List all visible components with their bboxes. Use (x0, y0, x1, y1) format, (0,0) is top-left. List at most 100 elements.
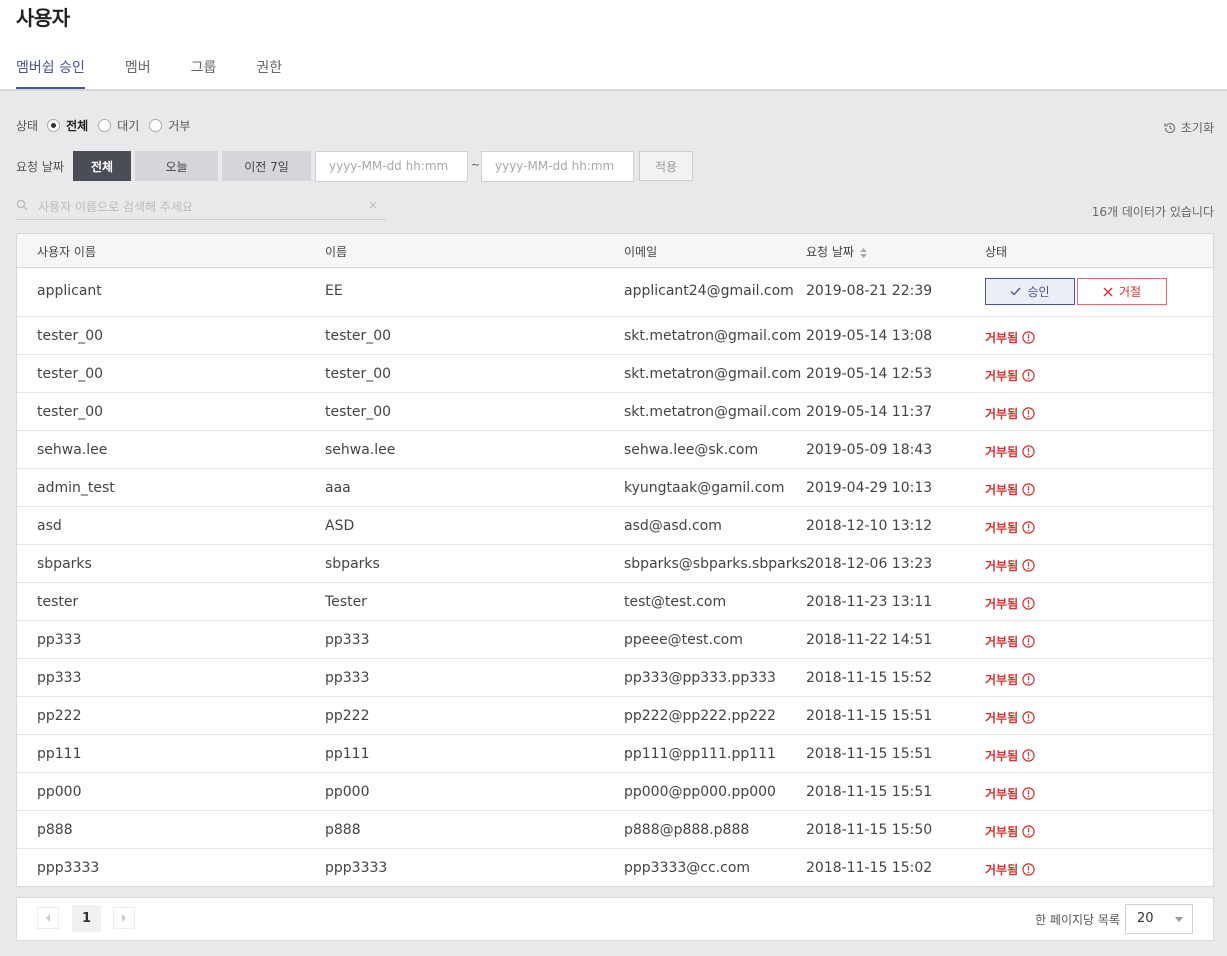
alert-icon[interactable] (1022, 407, 1035, 420)
alert-icon[interactable] (1022, 445, 1035, 458)
reject-button[interactable]: 거절 (1077, 278, 1167, 305)
reset-label: 초기화 (1180, 121, 1214, 135)
status-radio-rejected[interactable]: 거부 (149, 117, 190, 134)
reset-button[interactable]: 초기화 (1163, 119, 1214, 136)
cell-name: p888 (325, 822, 361, 838)
table-row[interactable]: p888 p888 p888@p888.p888 2018-11-15 15:50 거부… (17, 811, 1213, 849)
sort-icon (859, 247, 867, 258)
table-row[interactable]: admin_test aaa kyungtaak@gamil.com 2019-04-… (17, 469, 1213, 507)
reset-icon (1164, 122, 1175, 133)
cell-username: asd (37, 518, 62, 534)
alert-icon[interactable] (1022, 787, 1035, 800)
tab-members[interactable]: 멤버 (125, 57, 151, 89)
status-text: 거부됨 (985, 559, 1019, 573)
alert-icon[interactable] (1022, 521, 1035, 534)
close-icon (1103, 287, 1113, 296)
status-badge: 거부됨 (985, 595, 1035, 612)
cell-name: EE (325, 283, 343, 299)
alert-icon[interactable] (1022, 749, 1035, 762)
status-text: 거부됨 (985, 635, 1019, 649)
cell-name: pp111 (325, 746, 370, 762)
cell-username: sbparks (37, 556, 92, 572)
alert-icon[interactable] (1022, 597, 1035, 610)
cell-request-date: 2018-11-22 14:51 (806, 632, 933, 648)
alert-icon[interactable] (1022, 635, 1035, 648)
table-row[interactable]: tester_00 tester_00 skt.metatron@gmail.com… (17, 317, 1213, 355)
cell-name: pp333 (325, 670, 370, 686)
table-row[interactable]: tester_00 tester_00 skt.metatron@gmail.com… (17, 393, 1213, 431)
cell-email: skt.metatron@gmail.com (624, 404, 802, 420)
tab-groups[interactable]: 그룹 (191, 57, 217, 89)
status-text: 거부됨 (985, 483, 1019, 497)
status-badge: 거부됨 (985, 367, 1035, 384)
search-input[interactable]: 사용자 이름으로 검색해 주세요 × (16, 194, 386, 220)
cell-request-date: 2018-12-06 13:23 (806, 556, 933, 572)
table-row[interactable]: sehwa.lee sehwa.lee sehwa.lee@sk.com 2019-0… (17, 431, 1213, 469)
table-row[interactable]: tester Tester test@test.com 2018-11-23 13:1… (17, 583, 1213, 621)
per-page-select[interactable]: 20 (1125, 904, 1193, 934)
table-row[interactable]: sbparks sbparks sbparks@sbparks.sbparks 201… (17, 545, 1213, 583)
table-row[interactable]: applicant EE applicant24@gmail.com 2019-08-… (17, 268, 1213, 317)
alert-icon[interactable] (1022, 711, 1035, 724)
clear-icon[interactable]: × (368, 198, 378, 212)
status-text: 거부됨 (985, 445, 1019, 459)
cell-email: asd@asd.com (624, 518, 722, 534)
date-today-button[interactable]: 오늘 (135, 151, 218, 181)
table-row[interactable]: pp111 pp111 pp111@pp111.pp111 2018-11-15 15… (17, 735, 1213, 773)
table-row[interactable]: ppp3333 ppp3333 ppp3333@cc.com 2018-11-15 1… (17, 849, 1213, 887)
approve-button[interactable]: 승인 (985, 278, 1075, 305)
cell-email: pp333@pp333.pp333 (624, 670, 776, 686)
date-last7-button[interactable]: 이전 7일 (222, 151, 311, 181)
page-number[interactable]: 1 (72, 905, 101, 932)
status-radio-pending[interactable]: 대기 (98, 117, 139, 134)
cell-name: pp333 (325, 632, 370, 648)
tab-permissions[interactable]: 권한 (256, 57, 282, 89)
cell-username: applicant (37, 283, 102, 299)
alert-icon[interactable] (1022, 673, 1035, 686)
status-badge: 거부됨 (985, 329, 1035, 346)
cell-request-date: 2019-05-14 13:08 (806, 328, 933, 344)
alert-icon[interactable] (1022, 559, 1035, 572)
cell-name: tester_00 (325, 328, 392, 344)
table-row[interactable]: pp333 pp333 ppeee@test.com 2018-11-22 14:51… (17, 621, 1213, 659)
header-status: 상태 (985, 245, 1008, 259)
cell-request-date: 2019-05-14 11:37 (806, 404, 933, 420)
cell-name: aaa (325, 480, 351, 496)
cell-name: sehwa.lee (325, 442, 396, 458)
table-row[interactable]: pp333 pp333 pp333@pp333.pp333 2018-11-15 15… (17, 659, 1213, 697)
tab-membership-approval[interactable]: 멤버쉽 승인 (16, 57, 85, 89)
alert-icon[interactable] (1022, 825, 1035, 838)
alert-icon[interactable] (1022, 331, 1035, 344)
table-row[interactable]: pp000 pp000 pp000@pp000.pp000 2018-11-15 15… (17, 773, 1213, 811)
cell-name: ppp3333 (325, 860, 388, 876)
apply-button[interactable]: 적용 (639, 151, 693, 181)
status-text: 거부됨 (985, 825, 1019, 839)
search-placeholder: 사용자 이름으로 검색해 주세요 (38, 200, 193, 214)
status-text: 거부됨 (985, 749, 1019, 763)
cell-email: ppeee@test.com (624, 632, 743, 648)
cell-request-date: 2018-11-15 15:51 (806, 708, 933, 724)
date-all-button[interactable]: 전체 (73, 151, 131, 181)
prev-page-button[interactable] (37, 907, 59, 929)
cell-email: pp000@pp000.pp000 (624, 784, 776, 800)
alert-icon[interactable] (1022, 369, 1035, 382)
alert-icon[interactable] (1022, 863, 1035, 876)
status-text: 거부됨 (985, 863, 1019, 877)
date-to-input[interactable]: yyyy-MM-dd hh:mm (481, 151, 634, 182)
table-row[interactable]: pp222 pp222 pp222@pp222.pp222 2018-11-15 15… (17, 697, 1213, 735)
status-badge: 거부됨 (985, 671, 1035, 688)
date-from-input[interactable]: yyyy-MM-dd hh:mm (315, 151, 468, 182)
radio-circle (98, 119, 112, 132)
header-request-date[interactable]: 요청 날짜 (806, 243, 867, 260)
cell-email: sehwa.lee@sk.com (624, 442, 759, 458)
cell-request-date: 2018-11-15 15:50 (806, 822, 933, 838)
status-filter: 상태 전체 대기 거부 (16, 117, 200, 134)
status-radio-all[interactable]: 전체 (47, 117, 88, 134)
cell-name: pp222 (325, 708, 370, 724)
status-badge: 거부됨 (985, 747, 1035, 764)
next-page-button[interactable] (113, 907, 135, 929)
table-row[interactable]: tester_00 tester_00 skt.metatron@gmail.com… (17, 355, 1213, 393)
table-body: applicant EE applicant24@gmail.com 2019-08-… (17, 268, 1213, 887)
alert-icon[interactable] (1022, 483, 1035, 496)
table-row[interactable]: asd ASD asd@asd.com 2018-12-10 13:12 거부됨 (17, 507, 1213, 545)
